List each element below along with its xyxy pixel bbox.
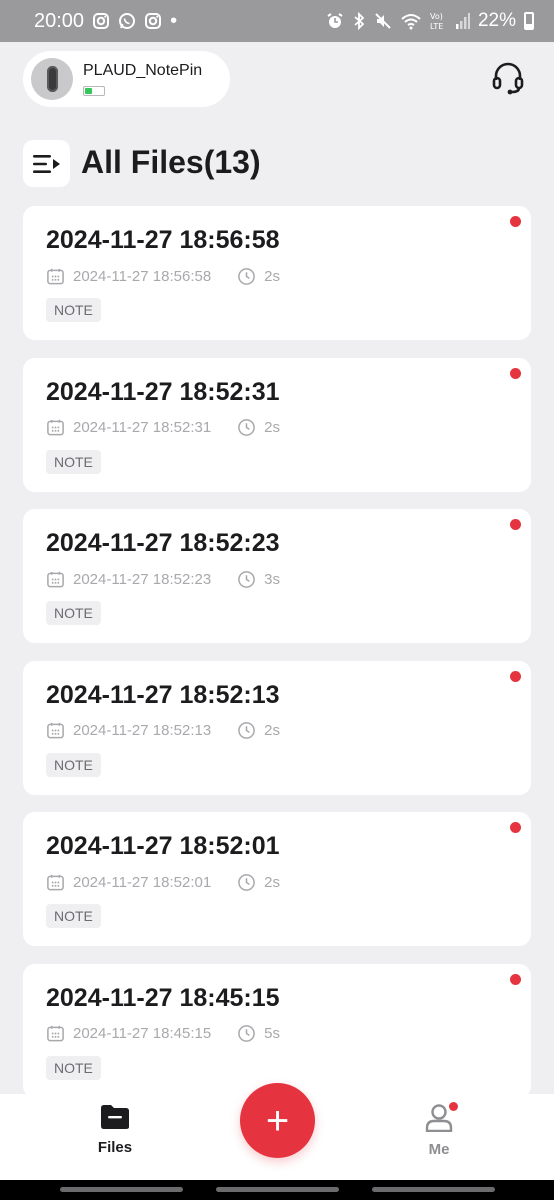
file-meta: 2024-11-27 18:52:01 2s <box>46 872 508 892</box>
file-card[interactable]: 2024-11-27 18:45:15 2024-11-27 18:45:15 … <box>23 963 531 1098</box>
file-card[interactable]: 2024-11-27 18:52:01 2024-11-27 18:52:01 … <box>23 812 531 946</box>
whatsapp-icon <box>118 12 136 30</box>
system-back-button[interactable] <box>372 1187 495 1192</box>
clock-icon <box>238 419 256 436</box>
clock-icon <box>238 873 256 891</box>
folder-menu-button[interactable] <box>23 140 70 187</box>
file-meta: 2024-11-27 18:52:13 2s <box>46 721 508 741</box>
signal-icon <box>455 13 470 29</box>
status-bar: 20:00 • Vo) LTE 22% <box>0 0 554 42</box>
file-date: 2024-11-27 18:52:13 <box>73 722 212 739</box>
file-duration: 2s <box>264 873 281 891</box>
calendar-icon <box>47 874 64 890</box>
headset-support-icon[interactable] <box>490 60 526 96</box>
calendar-icon <box>47 268 64 284</box>
file-tag: NOTE <box>46 904 101 928</box>
plus-icon: + <box>265 1098 290 1143</box>
file-date: 2024-11-27 18:45:15 <box>73 1025 212 1042</box>
nav-files-tab[interactable]: Files <box>90 1104 140 1156</box>
unread-dot <box>510 670 521 682</box>
file-date: 2024-11-27 18:52:23 <box>73 570 212 588</box>
file-duration: 5s <box>264 1025 281 1042</box>
folder-icon <box>101 1105 129 1129</box>
device-avatar <box>31 58 73 100</box>
instagram-icon <box>144 12 162 30</box>
nav-me-label: Me <box>428 1141 450 1158</box>
unread-dot <box>510 822 521 833</box>
add-recording-button[interactable]: + <box>240 1083 315 1158</box>
file-date: 2024-11-27 18:52:31 <box>73 419 212 436</box>
file-card[interactable]: 2024-11-27 18:52:31 2024-11-27 18:52:31 … <box>23 357 531 492</box>
calendar-icon <box>47 722 64 739</box>
file-duration: 2s <box>264 419 281 436</box>
instagram-icon <box>92 12 110 30</box>
svg-text:Vo): Vo) <box>430 12 443 21</box>
notification-dot-icon: • <box>170 9 178 32</box>
unread-dot <box>510 216 521 227</box>
clock-icon <box>238 267 256 285</box>
nav-files-label: Files <box>97 1139 133 1156</box>
file-tag: NOTE <box>46 298 101 322</box>
menu-expand-icon <box>32 154 60 173</box>
unread-dot <box>510 367 521 379</box>
system-recents-button[interactable] <box>60 1187 183 1192</box>
file-tag: NOTE <box>46 752 101 777</box>
file-tag: NOTE <box>46 601 101 625</box>
file-meta: 2024-11-27 18:56:58 2s <box>46 266 508 286</box>
file-title: 2024-11-27 18:52:01 <box>46 832 280 860</box>
page-title: All Files(13) <box>81 144 261 180</box>
calendar-icon <box>47 1025 64 1042</box>
file-date: 2024-11-27 18:52:01 <box>73 873 212 891</box>
calendar-icon <box>47 419 64 436</box>
nav-me-tab[interactable]: Me <box>414 1102 464 1158</box>
unread-dot <box>510 973 521 985</box>
alarm-icon <box>326 12 344 30</box>
device-selector[interactable]: PLAUD_NotePin <box>23 51 230 107</box>
file-duration: 2s <box>264 267 281 285</box>
wifi-icon <box>400 12 422 30</box>
file-card[interactable]: 2024-11-27 18:56:58 2024-11-27 18:56:58 … <box>23 206 531 340</box>
status-time: 20:00 <box>34 9 85 32</box>
clock-icon <box>238 722 256 739</box>
notepin-device-icon <box>46 66 58 92</box>
file-date: 2024-11-27 18:56:58 <box>73 267 212 285</box>
file-duration: 2s <box>264 722 281 739</box>
battery-icon <box>524 12 534 30</box>
device-battery-icon <box>83 86 105 96</box>
file-title: 2024-11-27 18:52:13 <box>46 680 280 709</box>
system-home-button[interactable] <box>216 1187 339 1192</box>
file-tag: NOTE <box>46 449 101 474</box>
file-title: 2024-11-27 18:56:58 <box>46 226 280 254</box>
system-nav-bar <box>0 1180 554 1200</box>
file-title: 2024-11-27 18:45:15 <box>46 983 280 1012</box>
file-title: 2024-11-27 18:52:31 <box>46 377 280 406</box>
unread-dot <box>510 519 521 530</box>
volte-icon: Vo) LTE <box>430 11 448 31</box>
file-card[interactable]: 2024-11-27 18:52:23 2024-11-27 18:52:23 … <box>23 509 531 643</box>
file-card[interactable]: 2024-11-27 18:52:13 2024-11-27 18:52:13 … <box>23 660 531 795</box>
file-meta: 2024-11-27 18:52:31 2s <box>46 418 508 438</box>
bluetooth-icon <box>352 12 366 30</box>
file-list: 2024-11-27 18:56:58 2024-11-27 18:56:58 … <box>23 206 531 1115</box>
calendar-icon <box>47 571 64 587</box>
file-meta: 2024-11-27 18:45:15 5s <box>46 1024 508 1044</box>
file-title: 2024-11-27 18:52:23 <box>46 529 280 557</box>
file-meta: 2024-11-27 18:52:23 3s <box>46 569 508 589</box>
device-battery-fill <box>85 88 92 94</box>
device-name: PLAUD_NotePin <box>83 62 203 79</box>
mute-icon <box>374 12 392 30</box>
file-duration: 3s <box>264 570 281 588</box>
clock-icon <box>238 1025 256 1042</box>
clock-icon <box>238 570 256 588</box>
svg-text:LTE: LTE <box>430 22 443 31</box>
me-notification-badge <box>449 1102 458 1111</box>
file-tag: NOTE <box>46 1055 101 1080</box>
battery-percent: 22% <box>477 10 516 31</box>
